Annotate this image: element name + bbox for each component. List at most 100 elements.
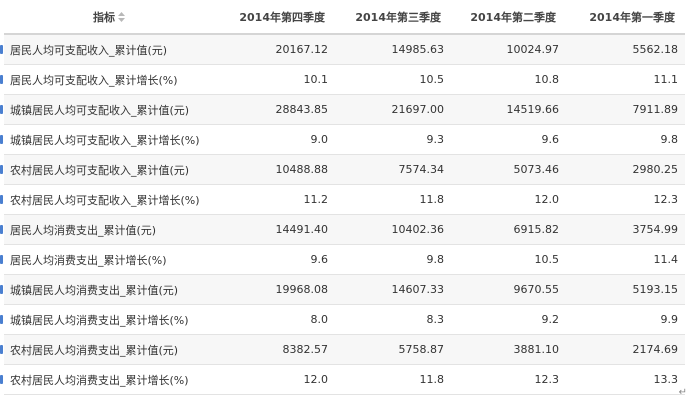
value-cell-q2: 3881.10: [451, 334, 566, 365]
value-cell-q1: 2174.69: [566, 334, 685, 365]
value-cell-q2: 9.2: [451, 304, 566, 335]
row-marker-icon: [0, 315, 3, 324]
row-marker-icon: [0, 105, 3, 114]
value-cell-q3: 9.3: [335, 124, 451, 155]
value-cell-q1: 3754.99: [566, 214, 685, 245]
value-cell-q3: 11.8: [335, 184, 451, 215]
value-cell-q2: 10.8: [451, 64, 566, 95]
row-marker-icon: [0, 375, 3, 384]
value-cell-q4: 14491.40: [214, 214, 335, 245]
row-marker-icon: [0, 75, 3, 84]
sort-icon[interactable]: [118, 12, 125, 22]
indicator-name: 居民人均可支配收入_累计增长(%): [10, 73, 178, 87]
statistics-table: 指标 2014年第四季度 2014年第三季度 2014年第二季度 2014年第一…: [0, 1, 685, 395]
value-cell-q4: 20167.12: [214, 34, 335, 65]
value-cell-q1: 12.3: [566, 184, 685, 215]
indicator-name: 居民人均消费支出_累计增长(%): [10, 253, 167, 267]
value-cell-q3: 10.5: [335, 64, 451, 95]
value-cell-q2: 12.3: [451, 364, 566, 395]
value-cell-q2: 9.6: [451, 124, 566, 155]
table-row[interactable]: 城镇居民人均消费支出_累计值(元) 19968.08 14607.33 9670.55…: [0, 274, 685, 305]
value-cell-q1: 11.4: [566, 244, 685, 275]
value-cell-q2: 5073.46: [451, 154, 566, 185]
row-marker-icon: [0, 345, 3, 354]
table-row[interactable]: 农村居民人均消费支出_累计增长(%) 12.0 11.8 12.3 13.3: [0, 364, 685, 395]
indicator-cell: 城镇居民人均消费支出_累计增长(%): [0, 304, 214, 335]
value-cell-q3: 11.8: [335, 364, 451, 395]
value-cell-q3: 21697.00: [335, 94, 451, 125]
table-row[interactable]: 居民人均消费支出_累计增长(%) 9.6 9.8 10.5 11.4: [0, 244, 685, 275]
table-row[interactable]: 居民人均消费支出_累计值(元) 14491.40 10402.36 6915.82 37…: [0, 214, 685, 245]
value-cell-q4: 10488.88: [214, 154, 335, 185]
indicator-cell: 居民人均可支配收入_累计增长(%): [0, 64, 214, 95]
value-cell-q4: 28843.85: [214, 94, 335, 125]
indicator-name: 居民人均可支配收入_累计值(元): [10, 43, 168, 57]
value-cell-q3: 9.8: [335, 244, 451, 275]
value-cell-q2: 12.0: [451, 184, 566, 215]
value-cell-q4: 8382.57: [214, 334, 335, 365]
value-cell-q4: 9.0: [214, 124, 335, 155]
value-cell-q4: 8.0: [214, 304, 335, 335]
indicator-cell: 居民人均消费支出_累计增长(%): [0, 244, 214, 275]
indicator-cell: 农村居民人均消费支出_累计值(元): [0, 334, 214, 365]
value-cell-q2: 10.5: [451, 244, 566, 275]
indicator-name: 农村居民人均消费支出_累计值(元): [10, 343, 179, 357]
paragraph-return-icon: ↵: [678, 387, 687, 398]
value-cell-q4: 11.2: [214, 184, 335, 215]
table-row[interactable]: 城镇居民人均可支配收入_累计值(元) 28843.85 21697.00 14519.…: [0, 94, 685, 125]
column-header-q3[interactable]: 2014年第三季度: [335, 1, 451, 35]
indicator-cell: 居民人均可支配收入_累计值(元): [0, 34, 214, 65]
value-cell-q4: 12.0: [214, 364, 335, 395]
indicator-name: 农村居民人均可支配收入_累计值(元): [10, 163, 190, 177]
column-header-q4[interactable]: 2014年第四季度: [214, 1, 335, 35]
value-cell-q2: 9670.55: [451, 274, 566, 305]
value-cell-q4: 10.1: [214, 64, 335, 95]
row-marker-icon: [0, 135, 3, 144]
indicator-cell: 农村居民人均可支配收入_累计值(元): [0, 154, 214, 185]
value-cell-q2: 14519.66: [451, 94, 566, 125]
table-row[interactable]: 居民人均可支配收入_累计增长(%) 10.1 10.5 10.8 11.1: [0, 64, 685, 95]
value-cell-q3: 14985.63: [335, 34, 451, 65]
table-row[interactable]: 城镇居民人均可支配收入_累计增长(%) 9.0 9.3 9.6 9.8: [0, 124, 685, 155]
indicator-name: 农村居民人均可支配收入_累计增长(%): [10, 193, 200, 207]
indicator-name: 农村居民人均消费支出_累计增长(%): [10, 373, 189, 387]
indicator-name: 城镇居民人均消费支出_累计增长(%): [10, 313, 189, 327]
value-cell-q1: 9.9: [566, 304, 685, 335]
indicator-name: 城镇居民人均消费支出_累计值(元): [10, 283, 179, 297]
value-cell-q3: 5758.87: [335, 334, 451, 365]
column-header-label: 2014年第一季度: [589, 11, 675, 24]
column-header-indicator[interactable]: 指标: [4, 1, 214, 35]
table-row[interactable]: 农村居民人均可支配收入_累计值(元) 10488.88 7574.34 5073.46…: [0, 154, 685, 185]
value-cell-q1: 7911.89: [566, 94, 685, 125]
value-cell-q2: 6915.82: [451, 214, 566, 245]
table-header-row: 指标 2014年第四季度 2014年第三季度 2014年第二季度 2014年第一…: [4, 1, 685, 35]
indicator-cell: 城镇居民人均消费支出_累计值(元): [0, 274, 214, 305]
column-header-label: 指标: [93, 11, 115, 24]
value-cell-q4: 9.6: [214, 244, 335, 275]
indicator-cell: 农村居民人均消费支出_累计增长(%): [0, 364, 214, 395]
data-table-screenshot: 指标 2014年第四季度 2014年第三季度 2014年第二季度 2014年第一…: [0, 0, 689, 400]
column-header-q2[interactable]: 2014年第二季度: [451, 1, 566, 35]
table-row[interactable]: 农村居民人均可支配收入_累计增长(%) 11.2 11.8 12.0 12.3: [0, 184, 685, 215]
value-cell-q1: 13.3: [566, 364, 685, 395]
table-row[interactable]: 农村居民人均消费支出_累计值(元) 8382.57 5758.87 3881.10 21…: [0, 334, 685, 365]
column-header-label: 2014年第二季度: [470, 11, 556, 24]
value-cell-q1: 5193.15: [566, 274, 685, 305]
row-marker-icon: [0, 195, 3, 204]
row-marker-icon: [0, 285, 3, 294]
column-header-label: 2014年第四季度: [239, 11, 325, 24]
table-row[interactable]: 居民人均可支配收入_累计值(元) 20167.12 14985.63 10024.97…: [0, 34, 685, 65]
indicator-name: 城镇居民人均可支配收入_累计增长(%): [10, 133, 200, 147]
column-header-label: 2014年第三季度: [355, 11, 441, 24]
value-cell-q3: 14607.33: [335, 274, 451, 305]
table-body: 居民人均可支配收入_累计值(元) 20167.12 14985.63 10024.97…: [0, 34, 685, 395]
indicator-cell: 居民人均消费支出_累计值(元): [0, 214, 214, 245]
table-row[interactable]: 城镇居民人均消费支出_累计增长(%) 8.0 8.3 9.2 9.9: [0, 304, 685, 335]
value-cell-q3: 10402.36: [335, 214, 451, 245]
value-cell-q4: 19968.08: [214, 274, 335, 305]
value-cell-q1: 2980.25: [566, 154, 685, 185]
value-cell-q3: 8.3: [335, 304, 451, 335]
table-container: 指标 2014年第四季度 2014年第三季度 2014年第二季度 2014年第一…: [0, 1, 685, 395]
column-header-q1[interactable]: 2014年第一季度: [566, 1, 685, 35]
indicator-cell: 城镇居民人均可支配收入_累计增长(%): [0, 124, 214, 155]
